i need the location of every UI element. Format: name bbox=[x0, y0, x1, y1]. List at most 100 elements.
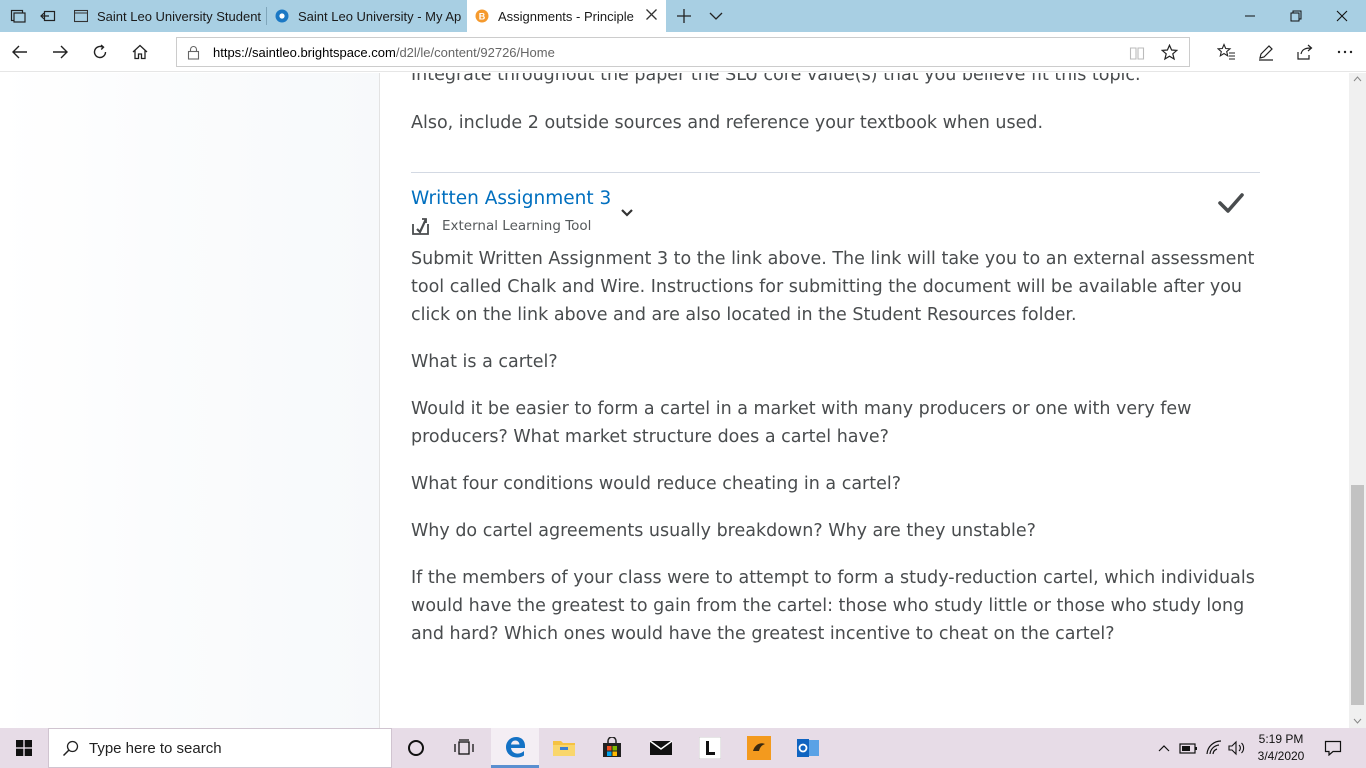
refresh-button[interactable] bbox=[88, 40, 112, 64]
question-paragraph: Why do cartel agreements usually breakdo… bbox=[411, 521, 1036, 541]
lockdown-browser-taskbar-app[interactable] bbox=[686, 728, 734, 768]
orange-app-taskbar-app[interactable] bbox=[735, 728, 783, 768]
folder-icon bbox=[553, 741, 575, 756]
question-paragraph: What four conditions would reduce cheati… bbox=[411, 474, 902, 494]
tab-actions-icon[interactable] bbox=[10, 8, 26, 24]
item-type-label: External Learning Tool bbox=[442, 218, 592, 234]
mail-taskbar-app[interactable] bbox=[637, 728, 685, 768]
home-icon bbox=[132, 44, 148, 60]
pen-icon bbox=[1259, 45, 1273, 61]
store-taskbar-app[interactable] bbox=[588, 728, 636, 768]
outlook-taskbar-app[interactable] bbox=[784, 728, 832, 768]
share-icon bbox=[1297, 44, 1313, 60]
brightspace-icon: B bbox=[475, 9, 489, 23]
minimize-button[interactable] bbox=[1227, 0, 1273, 32]
tab-saint-leo-student[interactable]: Saint Leo University Student bbox=[74, 0, 266, 32]
task-view-button[interactable] bbox=[440, 728, 488, 768]
mail-envelope-icon bbox=[649, 740, 673, 755]
chevron-down-icon[interactable] bbox=[618, 204, 636, 222]
favorite-star-icon[interactable] bbox=[1161, 44, 1178, 61]
start-button[interactable] bbox=[0, 728, 48, 768]
tab-label: Saint Leo University Student bbox=[97, 8, 262, 24]
cortana-button[interactable] bbox=[392, 728, 440, 768]
close-tab-icon[interactable] bbox=[645, 8, 658, 24]
page-scrollbar[interactable] bbox=[1349, 73, 1366, 728]
notification-icon bbox=[1324, 740, 1342, 756]
edge-taskbar-app[interactable] bbox=[491, 728, 539, 768]
url-path: /d2l/le/content/92726/Home bbox=[395, 45, 555, 60]
tab-assignments[interactable]: B Assignments - Principle bbox=[467, 0, 666, 32]
address-bar[interactable]: https://saintleo.brightspace.com/d2l/le/… bbox=[176, 37, 1190, 67]
instruction-paragraph: Submit Written Assignment 3 to the link … bbox=[411, 249, 1255, 325]
new-tab-icon[interactable] bbox=[676, 8, 692, 24]
tab-saint-leo-my-apps[interactable]: Saint Leo University - My Ap bbox=[275, 0, 465, 32]
external-tool-icon bbox=[412, 218, 429, 235]
minimize-icon bbox=[1245, 15, 1255, 17]
set-aside-tabs-icon[interactable] bbox=[40, 8, 56, 24]
favorites-list-icon bbox=[1216, 43, 1235, 60]
scroll-up-icon[interactable] bbox=[1353, 75, 1362, 82]
completed-checkmark-icon[interactable] bbox=[1217, 189, 1245, 217]
outlook-icon bbox=[797, 739, 819, 757]
restore-icon bbox=[1290, 10, 1302, 22]
assignment-description: Also, include 2 outside sources and refe… bbox=[411, 113, 1044, 133]
refresh-icon bbox=[93, 44, 107, 59]
forward-button[interactable] bbox=[48, 40, 72, 64]
restore-button[interactable] bbox=[1273, 0, 1319, 32]
question-paragraph: What is a cartel? bbox=[411, 352, 558, 372]
lockdown-l-icon bbox=[699, 737, 721, 759]
wifi-icon bbox=[1206, 740, 1222, 755]
back-arrow-icon bbox=[12, 45, 27, 59]
close-window-button[interactable] bbox=[1319, 0, 1365, 32]
chevron-up-icon bbox=[1158, 745, 1170, 752]
saint-leo-icon bbox=[275, 9, 289, 23]
cortana-circle-icon bbox=[408, 740, 424, 756]
windows-logo-icon bbox=[16, 740, 32, 756]
tab-preview-chevron-icon[interactable] bbox=[708, 8, 724, 24]
show-hidden-icons-button[interactable] bbox=[1156, 728, 1172, 768]
tab-label: Saint Leo University - My Ap bbox=[298, 8, 462, 24]
lock-icon[interactable] bbox=[187, 45, 200, 60]
tab-label: Assignments - Principle bbox=[498, 8, 634, 24]
action-center-button[interactable] bbox=[1318, 728, 1348, 768]
left-navigation-pane bbox=[0, 73, 380, 728]
reading-view-icon[interactable] bbox=[1129, 45, 1145, 61]
written-assignment-link[interactable]: Written Assignment 3 bbox=[411, 188, 611, 209]
search-placeholder: Type here to search bbox=[89, 740, 222, 757]
question-paragraph: Would it be easier to form a cartel in a… bbox=[411, 399, 1192, 447]
taskbar-search-box[interactable]: Type here to search bbox=[48, 728, 392, 768]
network-tray-button[interactable] bbox=[1203, 728, 1225, 768]
browser-title-bar: Saint Leo University Student Saint Leo U… bbox=[0, 0, 1366, 32]
battery-tray-button[interactable] bbox=[1178, 728, 1200, 768]
taskbar-clock[interactable]: 5:19 PM 3/4/2020 bbox=[1248, 731, 1314, 765]
speaker-icon bbox=[1228, 740, 1245, 756]
forward-arrow-icon bbox=[53, 45, 68, 59]
browser-toolbar: https://saintleo.brightspace.com/d2l/le/… bbox=[0, 32, 1366, 72]
favorites-button[interactable] bbox=[1214, 40, 1238, 64]
item-divider bbox=[411, 172, 1260, 173]
clock-time: 5:19 PM bbox=[1258, 732, 1304, 746]
svg-text:B: B bbox=[479, 12, 486, 22]
scroll-down-icon[interactable] bbox=[1353, 718, 1362, 725]
task-view-icon bbox=[454, 739, 474, 755]
home-button[interactable] bbox=[128, 40, 152, 64]
orange-app-icon bbox=[747, 736, 771, 760]
url-text[interactable]: https://saintleo.brightspace.com/d2l/le/… bbox=[213, 45, 555, 60]
battery-plug-icon bbox=[1179, 743, 1197, 754]
web-note-button[interactable] bbox=[1254, 40, 1278, 64]
file-explorer-taskbar-app[interactable] bbox=[540, 728, 588, 768]
back-button[interactable] bbox=[8, 40, 32, 64]
assignment-description: Integrate throughout the paper the SLU c… bbox=[411, 73, 1141, 85]
scrollbar-thumb[interactable] bbox=[1351, 485, 1364, 705]
more-dots-icon bbox=[1337, 50, 1353, 54]
close-icon bbox=[1336, 10, 1348, 22]
store-bag-icon bbox=[603, 737, 621, 757]
edge-browser-icon bbox=[506, 736, 525, 757]
search-icon bbox=[62, 740, 79, 757]
url-host: https://saintleo.brightspace.com bbox=[213, 45, 396, 60]
question-paragraph: If the members of your class were to att… bbox=[411, 568, 1255, 644]
more-button[interactable] bbox=[1333, 40, 1357, 64]
volume-tray-button[interactable] bbox=[1226, 728, 1248, 768]
clock-date: 3/4/2020 bbox=[1257, 749, 1305, 763]
share-button[interactable] bbox=[1293, 40, 1317, 64]
